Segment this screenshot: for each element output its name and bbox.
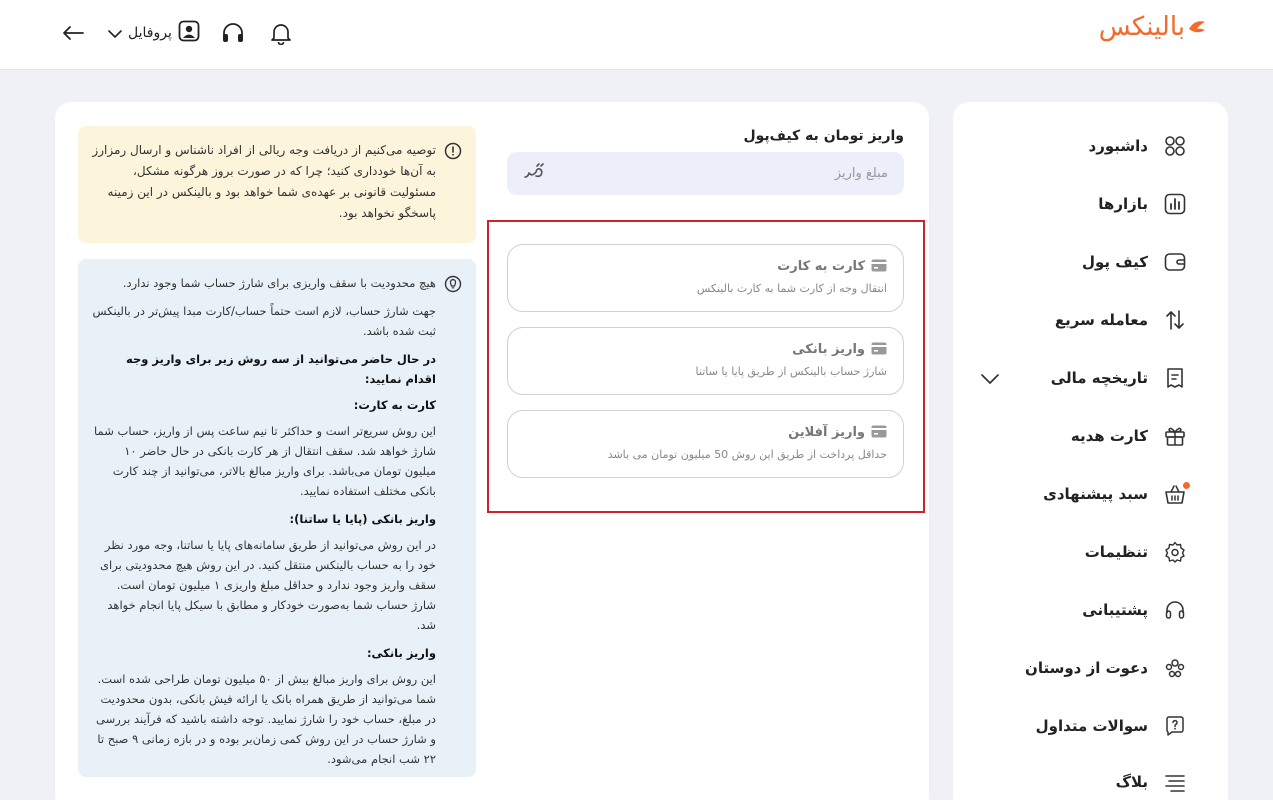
blog-lines-icon	[1162, 769, 1188, 795]
method-subtitle: حداقل پرداخت از طریق این روش 50 میلیون ت…	[607, 448, 887, 461]
sidebar-item-label: معامله سریع	[1054, 311, 1148, 329]
sidebar-item-invite-friends[interactable]: دعوت از دوستان	[953, 646, 1228, 690]
method-subtitle: شارژ حساب بالینکس از طریق پایا یا ساتنا	[695, 365, 887, 378]
card-icon	[871, 423, 887, 442]
gear-icon	[1162, 539, 1188, 565]
headset-icon	[1162, 597, 1188, 623]
info-paragraph: این روش برای واریز مبالغ بیش از ۵۰ میلیو…	[96, 672, 436, 766]
warning-text: توصیه می‌کنیم از دریافت وجه ریالی از افر…	[92, 143, 436, 220]
method-title: واریز بانکی	[792, 342, 865, 357]
back-arrow-icon[interactable]	[58, 18, 88, 48]
lightbulb-icon	[444, 275, 462, 777]
deposit-title: واریز تومان به کیف‌پول	[743, 128, 904, 144]
card-icon	[871, 257, 887, 276]
amount-input[interactable]	[545, 166, 888, 181]
sidebar-item-settings[interactable]: تنظیمات	[953, 530, 1228, 574]
basket-icon	[1162, 481, 1190, 507]
deposit-panel: واریز تومان به کیف‌پول کارت به کارت انتق…	[55, 102, 929, 800]
gift-icon	[1162, 423, 1188, 449]
sidebar-item-gift-card[interactable]: کارت هدیه	[953, 414, 1228, 458]
sidebar-item-label: کارت هدیه	[1070, 427, 1148, 445]
sidebar-item-markets[interactable]: بازارها	[953, 182, 1228, 226]
sidebar-item-suggested-basket[interactable]: سبد پیشنهادی	[953, 472, 1228, 516]
method-card-to-card[interactable]: کارت به کارت انتقال وجه از کارت شما به ک…	[507, 244, 904, 312]
question-bubble-icon	[1162, 713, 1188, 739]
amount-field[interactable]	[507, 152, 904, 195]
method-title: واریز آفلاین	[788, 425, 865, 440]
logo-text: بالینکس	[1098, 12, 1186, 42]
sidebar: داشبورد بازارها کیف پول معامله سریع تاری…	[953, 102, 1228, 800]
headset-icon[interactable]	[218, 18, 248, 48]
sidebar-item-blog[interactable]: بلاگ	[953, 760, 1228, 800]
card-icon	[871, 340, 887, 359]
info-paragraph: در این روش می‌توانید از طریق سامانه‌های …	[100, 538, 436, 632]
logo[interactable]: بالینکس	[1099, 12, 1207, 42]
wallet-icon	[1162, 249, 1188, 275]
method-offline-deposit[interactable]: واریز آفلاین حداقل پرداخت از طریق این رو…	[507, 410, 904, 478]
sidebar-item-label: تاریخچه مالی	[1050, 369, 1148, 387]
info-paragraph: جهت شارژ حساب، لازم است حتماً حساب/کارت …	[92, 304, 436, 338]
warning-icon	[444, 142, 462, 243]
top-header: بالینکس پروفایل	[0, 0, 1273, 70]
receipt-icon	[1162, 365, 1188, 391]
logo-mark-icon	[1187, 19, 1207, 35]
sidebar-item-label: بلاگ	[1115, 773, 1148, 791]
info-box: هیچ محدودیت با سقف واریزی برای شارژ حساب…	[78, 259, 476, 777]
sidebar-item-support[interactable]: پشتیبانی	[953, 588, 1228, 632]
sidebar-item-label: تنظیمات	[1084, 543, 1148, 561]
profile-menu[interactable]: پروفایل	[108, 20, 200, 46]
info-heading: واریز بانکی:	[366, 646, 436, 660]
sidebar-item-label: داشبورد	[1088, 137, 1148, 155]
sidebar-item-faq[interactable]: سوالات متداول	[953, 704, 1228, 748]
warning-box: توصیه می‌کنیم از دریافت وجه ریالی از افر…	[78, 126, 476, 243]
sidebar-item-label: پشتیبانی	[1082, 601, 1148, 619]
swap-arrows-icon	[1162, 307, 1188, 333]
user-avatar-icon	[178, 20, 200, 46]
method-subtitle: انتقال وجه از کارت شما به کارت بالینکس	[696, 282, 887, 295]
sidebar-item-label: سبد پیشنهادی	[1043, 485, 1148, 503]
chevron-down-icon[interactable]	[981, 370, 999, 389]
sidebar-item-label: دعوت از دوستان	[1025, 659, 1148, 677]
info-heading: واریز بانکی (پایا یا ساتنا):	[289, 512, 436, 526]
method-bank-transfer[interactable]: واریز بانکی شارژ حساب بالینکس از طریق پا…	[507, 327, 904, 395]
profile-label: پروفایل	[128, 25, 172, 41]
bell-icon[interactable]	[266, 18, 296, 48]
chevron-down-icon	[108, 24, 122, 43]
method-title: کارت به کارت	[777, 259, 865, 274]
sidebar-item-wallet[interactable]: کیف پول	[953, 240, 1228, 284]
info-heading: کارت به کارت:	[353, 398, 436, 412]
sidebar-item-label: سوالات متداول	[1035, 717, 1148, 735]
sidebar-item-label: بازارها	[1098, 195, 1148, 213]
sidebar-item-quick-trade[interactable]: معامله سریع	[953, 298, 1228, 342]
users-icon	[1162, 655, 1188, 681]
markets-icon	[1162, 191, 1188, 217]
info-heading: در حال حاضر می‌توانید از سه روش زیر برای…	[125, 352, 436, 386]
sidebar-item-financial-history[interactable]: تاریخچه مالی	[953, 356, 1228, 400]
dashboard-icon	[1162, 133, 1188, 159]
sidebar-item-label: کیف پول	[1082, 253, 1148, 271]
notification-dot	[1183, 482, 1190, 489]
sidebar-item-dashboard[interactable]: داشبورد	[953, 124, 1228, 168]
toman-currency-icon	[523, 163, 545, 184]
info-paragraph: این روش سریع‌تر است و حداکثر تا نیم ساعت…	[94, 424, 436, 498]
info-paragraph: هیچ محدودیت با سقف واریزی برای شارژ حساب…	[122, 276, 436, 290]
